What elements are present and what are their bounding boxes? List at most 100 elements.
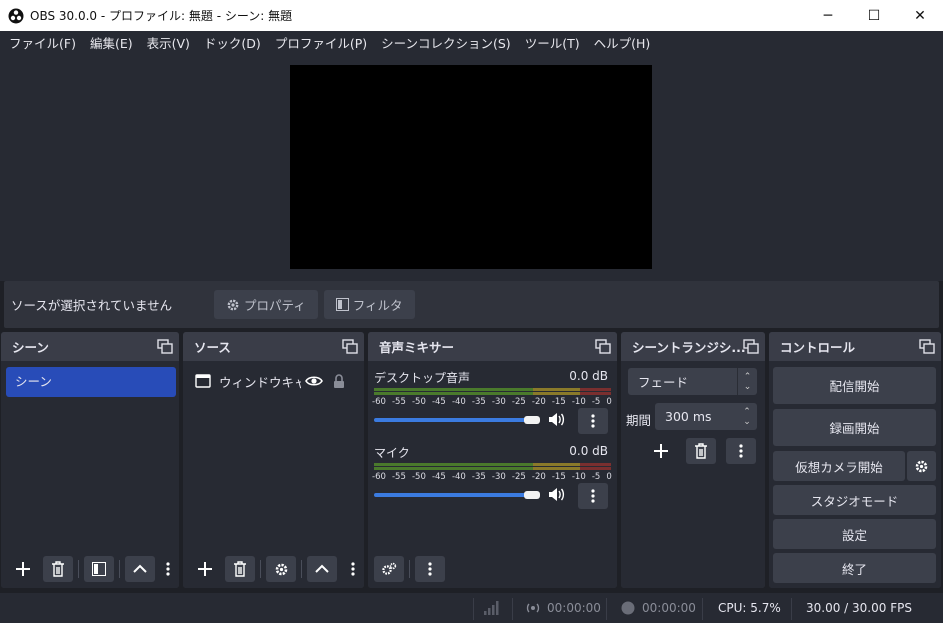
- source-properties-button[interactable]: [266, 556, 296, 582]
- plus-icon: [198, 562, 212, 576]
- plus-icon: [16, 562, 30, 576]
- speaker-icon[interactable]: [548, 487, 566, 502]
- duration-spinbox[interactable]: 300 ms ⌃ ⌄: [655, 403, 757, 430]
- start-streaming-button[interactable]: 配信開始: [773, 367, 936, 404]
- settings-button[interactable]: 設定: [773, 519, 936, 549]
- source-context-bar: ソースが選択されていません プロパティ フィルタ: [4, 281, 939, 328]
- menu-file[interactable]: ファイル(F): [2, 31, 83, 56]
- undock-icon[interactable]: [157, 339, 173, 354]
- audio-mixer-dock: 音声ミキサー デスクトップ音声 0.0 dB -60 -55 -50 -45 -40 -3…: [368, 332, 617, 588]
- no-source-selected-label: ソースが選択されていません: [11, 298, 173, 313]
- duration-value: 300 ms: [665, 409, 712, 424]
- controls-dock: コントロール 配信開始 録画開始 仮想カメラ開始 スタジオモード 設定 終了: [769, 332, 941, 588]
- undock-icon[interactable]: [595, 339, 611, 354]
- source-more-button[interactable]: [344, 556, 362, 582]
- scenes-list: シーン: [1, 361, 179, 588]
- exit-button[interactable]: 終了: [773, 553, 936, 583]
- channel-menu-button[interactable]: [578, 483, 608, 509]
- plus-icon: [654, 444, 668, 458]
- transitions-dock-header: シーントランジシ...: [621, 332, 765, 361]
- add-scene-button[interactable]: [8, 556, 38, 582]
- minimize-button[interactable]: ─: [805, 0, 851, 31]
- advanced-audio-button[interactable]: [374, 556, 404, 582]
- chevron-up-icon: [315, 564, 329, 573]
- mixer-more-button[interactable]: [415, 556, 445, 582]
- channel-db-desktop: 0.0 dB: [569, 369, 608, 383]
- trash-icon: [52, 561, 64, 577]
- move-source-up-button[interactable]: [307, 556, 337, 582]
- volume-slider[interactable]: [374, 493, 538, 497]
- transitions-body: フェード ⌃ ⌄ 期間 300 ms ⌃ ⌄: [621, 361, 765, 588]
- volume-meter: [374, 388, 611, 395]
- remove-transition-button[interactable]: [686, 438, 716, 464]
- obs-logo-icon: [8, 8, 24, 23]
- mixer-dock-header: 音声ミキサー: [368, 332, 617, 361]
- start-recording-button[interactable]: 録画開始: [773, 409, 936, 446]
- menu-docks[interactable]: ドック(D): [197, 31, 268, 56]
- menu-view[interactable]: 表示(V): [140, 31, 197, 56]
- gear-icon: [915, 460, 928, 472]
- gears-icon: [382, 562, 397, 575]
- scenes-dock-title: シーン: [12, 340, 49, 355]
- volume-slider-handle[interactable]: [524, 416, 540, 424]
- studio-mode-button[interactable]: スタジオモード: [773, 485, 936, 515]
- undock-icon[interactable]: [342, 339, 358, 354]
- record-icon: [621, 601, 635, 615]
- duration-label: 期間: [626, 413, 652, 428]
- status-bar: 00:00:00 00:00:00 CPU: 5.7% 30.00 / 30.0…: [0, 592, 943, 623]
- record-time: 00:00:00: [642, 601, 696, 615]
- scene-more-button[interactable]: [159, 556, 177, 582]
- preview-area: [0, 56, 943, 281]
- properties-button[interactable]: プロパティ: [214, 290, 318, 319]
- menu-tools[interactable]: ツール(T): [518, 31, 587, 56]
- kebab-icon: [591, 414, 595, 428]
- scene-item[interactable]: シーン: [6, 367, 176, 397]
- move-scene-up-button[interactable]: [125, 556, 155, 582]
- meter-ticks: -60 -55 -50 -45 -40 -35 -30 -25 -20 -15 -10 -5 0: [372, 472, 612, 482]
- meter-ticks: -60 -55 -50 -45 -40 -35 -30 -25 -20 -15 -10 -5 0: [372, 397, 612, 407]
- menu-edit[interactable]: 編集(E): [83, 31, 140, 56]
- controls-dock-header: コントロール: [769, 332, 941, 361]
- transition-select[interactable]: フェード ⌃ ⌄: [628, 368, 757, 395]
- sources-list: ウィンドウキャプチャ: [183, 361, 364, 588]
- remove-source-button[interactable]: [225, 556, 255, 582]
- transition-properties-button[interactable]: [726, 438, 756, 464]
- volume-slider-handle[interactable]: [524, 491, 540, 499]
- transition-select-value: フェード: [638, 375, 689, 390]
- menu-help[interactable]: ヘルプ(H): [587, 31, 658, 56]
- kebab-icon: [166, 562, 170, 576]
- menu-profile[interactable]: プロファイル(P): [268, 31, 374, 56]
- eye-icon[interactable]: [305, 375, 323, 387]
- scenes-dock-header: シーン: [1, 332, 179, 361]
- add-source-button[interactable]: [190, 556, 220, 582]
- menu-bar: ファイル(F) 編集(E) 表示(V) ドック(D) プロファイル(P) シーン…: [0, 31, 943, 56]
- add-transition-button[interactable]: [646, 438, 676, 464]
- speaker-icon[interactable]: [548, 412, 566, 427]
- undock-icon[interactable]: [919, 339, 935, 354]
- spin-arrows-icon[interactable]: ⌃ ⌄: [737, 403, 757, 430]
- filters-button[interactable]: フィルタ: [323, 290, 415, 319]
- remove-scene-button[interactable]: [43, 556, 73, 582]
- close-button[interactable]: ✕: [897, 0, 943, 31]
- start-virtual-camera-button[interactable]: 仮想カメラ開始: [773, 451, 905, 481]
- channel-name-mic: マイク: [374, 446, 410, 460]
- undock-icon[interactable]: [743, 339, 759, 354]
- source-item[interactable]: ウィンドウキャプチャ: [195, 369, 354, 393]
- lock-icon[interactable]: [333, 373, 345, 389]
- sources-dock-title: ソース: [194, 340, 231, 355]
- gear-icon: [227, 299, 239, 310]
- kebab-icon: [591, 489, 595, 503]
- mixer-dock-title: 音声ミキサー: [379, 340, 455, 355]
- source-label: ウィンドウキャプチャ: [219, 374, 301, 390]
- menu-scene-collection[interactable]: シーンコレクション(S): [374, 31, 518, 56]
- virtual-camera-settings-button[interactable]: [907, 451, 936, 481]
- maximize-button[interactable]: ☐: [851, 0, 897, 31]
- volume-slider[interactable]: [374, 418, 538, 422]
- preview-canvas[interactable]: [290, 65, 652, 269]
- channel-menu-button[interactable]: [578, 408, 608, 434]
- signal-bars-icon: [484, 601, 499, 615]
- scene-filters-button[interactable]: [84, 556, 114, 582]
- kebab-icon: [739, 444, 743, 458]
- channel-name-desktop: デスクトップ音声: [374, 371, 471, 385]
- sources-dock-header: ソース: [183, 332, 364, 361]
